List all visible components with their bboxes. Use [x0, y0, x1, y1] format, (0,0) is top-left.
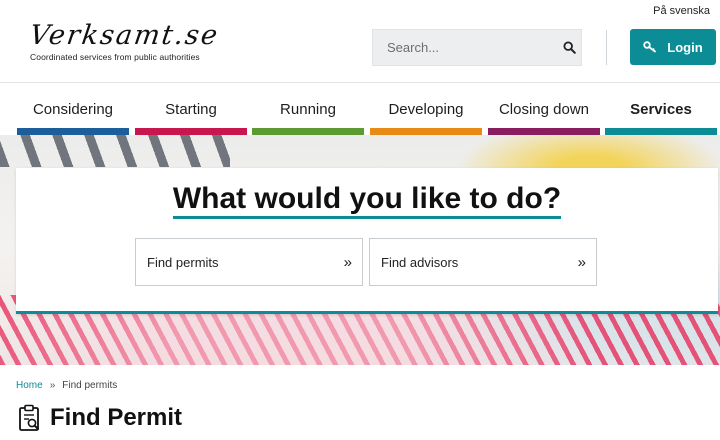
key-icon — [643, 41, 659, 53]
hero-title: What would you like to do? — [16, 182, 718, 219]
breadcrumb-separator: » — [49, 380, 56, 391]
nav-item-label: Closing down — [498, 101, 590, 118]
nav-item-label: Starting — [165, 101, 217, 118]
nav-item-services[interactable]: Services — [605, 98, 717, 135]
double-chevron-right-icon: » — [343, 253, 352, 271]
site-logo[interactable]: Verksamt.se Coordinated services from pu… — [27, 20, 222, 62]
nav-item-closing-down[interactable]: Closing down — [488, 98, 600, 135]
nav-item-starting[interactable]: Starting — [135, 98, 247, 135]
login-button[interactable]: Login — [630, 29, 716, 65]
nav-item-considering[interactable]: Considering — [17, 98, 129, 135]
nav-item-label: Running — [280, 101, 336, 118]
nav-color-bar — [488, 128, 600, 135]
login-label: Login — [667, 39, 703, 55]
header-separator — [0, 82, 720, 83]
clipboard-search-icon — [18, 404, 42, 432]
option-label: Find permits — [147, 254, 219, 270]
page-heading: Find Permit — [18, 404, 182, 432]
nav-color-bar — [605, 128, 717, 135]
nav-item-developing[interactable]: Developing — [370, 98, 482, 135]
breadcrumb: Home » Find permits — [16, 380, 117, 391]
hero-card: What would you like to do? Find permits … — [16, 168, 718, 314]
nav-color-bar — [252, 128, 364, 135]
search-input[interactable] — [387, 40, 563, 55]
nav-item-label: Services — [630, 101, 692, 118]
option-label: Find advisors — [381, 254, 459, 270]
nav-color-bar — [135, 128, 247, 135]
logo-wordmark: Verksamt.se — [27, 20, 222, 51]
nav-item-running[interactable]: Running — [252, 98, 364, 135]
find-advisors-button[interactable]: Find advisors » — [369, 238, 597, 286]
search-box — [372, 29, 582, 66]
find-permits-button[interactable]: Find permits » — [135, 238, 363, 286]
breadcrumb-home-link[interactable]: Home — [16, 380, 43, 391]
page-title: Find Permit — [50, 404, 183, 431]
nav-color-bar — [370, 128, 482, 135]
logo-tagline: Coordinated services from public authori… — [30, 52, 200, 62]
main-nav: Considering Starting Running Developing … — [17, 98, 720, 135]
breadcrumb-current: Find permits — [62, 380, 118, 391]
double-chevron-right-icon: » — [577, 253, 586, 271]
language-switch-link[interactable]: På svenska — [653, 5, 710, 17]
nav-color-bar — [17, 128, 129, 135]
search-icon[interactable] — [563, 41, 576, 55]
header-divider — [606, 30, 607, 65]
nav-item-label: Considering — [32, 101, 114, 118]
nav-item-label: Developing — [388, 101, 464, 118]
